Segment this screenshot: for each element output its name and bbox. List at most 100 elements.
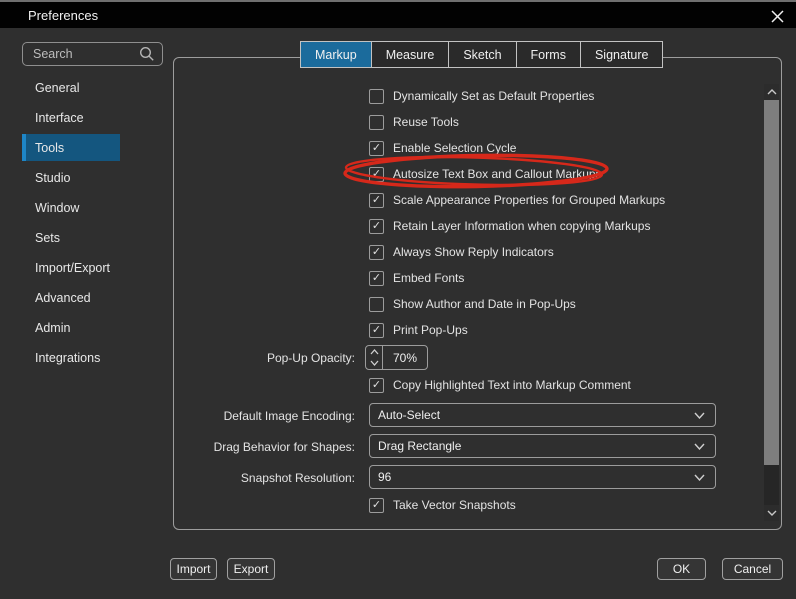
stepper-up-button[interactable] <box>366 346 382 358</box>
checkbox[interactable]: ✓ <box>369 270 384 286</box>
checkbox-row[interactable]: ✓ Copy Highlighted Text into Markup Comm… <box>369 377 631 393</box>
scrollbar-track[interactable] <box>764 465 779 505</box>
checkbox-row[interactable]: ✓ Print Pop-Ups <box>369 322 468 338</box>
dropdown-value: Auto-Select <box>378 408 441 422</box>
cancel-button[interactable]: Cancel <box>722 558 783 580</box>
scroll-down-button[interactable] <box>764 505 779 521</box>
sidebar-item[interactable]: Integrations <box>22 344 120 371</box>
close-button[interactable] <box>766 6 788 26</box>
import-button[interactable]: Import <box>170 558 217 580</box>
chevron-down-icon <box>767 510 776 516</box>
checkbox-label: Scale Appearance Properties for Grouped … <box>393 193 666 207</box>
checkbox[interactable] <box>369 88 384 104</box>
sidebar-item[interactable]: Studio <box>22 164 120 191</box>
stepper-down-button[interactable] <box>366 358 382 370</box>
cancel-button-label: Cancel <box>733 562 772 576</box>
tab-bar: Markup Measure Sketch Forms Signature <box>300 41 664 68</box>
dropdown-select[interactable]: 96 <box>369 465 716 489</box>
ok-button-label: OK <box>672 562 691 576</box>
sidebar-item-label: Advanced <box>35 290 91 305</box>
close-icon <box>770 9 784 23</box>
tab-label: Measure <box>385 47 435 62</box>
checkbox-row[interactable]: Dynamically Set as Default Properties <box>369 88 594 104</box>
checkbox-row[interactable]: ✓ Scale Appearance Properties for Groupe… <box>369 192 665 208</box>
chevron-down-icon <box>694 412 705 419</box>
chevron-up-icon <box>767 89 776 95</box>
sidebar-item-label: Window <box>35 200 80 215</box>
sidebar-item[interactable]: Import/Export <box>22 254 120 281</box>
window-title: Preferences <box>28 7 99 23</box>
scrollbar-thumb[interactable] <box>764 100 779 465</box>
import-button-label: Import <box>176 562 211 576</box>
checkbox-label: Copy Highlighted Text into Markup Commen… <box>393 378 631 392</box>
checkbox-label: Always Show Reply Indicators <box>393 245 554 259</box>
checkbox-row[interactable]: ✓ Enable Selection Cycle <box>369 140 516 156</box>
tab-label: Forms <box>530 47 566 62</box>
dropdown-label: Drag Behavior for Shapes: <box>213 440 355 454</box>
checkbox[interactable]: ✓ <box>369 218 384 234</box>
checkbox-row[interactable]: ✓ Always Show Reply Indicators <box>369 244 554 260</box>
tab[interactable]: Signature <box>579 41 664 68</box>
sidebar-item[interactable]: Interface <box>22 104 120 131</box>
checkbox-row[interactable]: ✓ Take Vector Snapshots <box>369 497 516 513</box>
sidebar-item[interactable]: Admin <box>22 314 120 341</box>
checkbox[interactable]: ✓ <box>369 497 384 513</box>
dropdown-select[interactable]: Auto-Select <box>369 403 716 427</box>
chevron-down-icon <box>694 474 705 481</box>
tab[interactable]: Measure <box>370 41 450 68</box>
checkbox[interactable]: ✓ <box>369 377 384 393</box>
checkbox-label: Print Pop-Ups <box>393 323 468 337</box>
checkbox-row[interactable]: ✓ Embed Fonts <box>369 270 464 286</box>
sidebar-item-label: Tools <box>35 140 65 155</box>
chevron-down-icon <box>370 360 378 367</box>
checkbox-row[interactable]: Reuse Tools <box>369 114 459 130</box>
search-box[interactable] <box>22 42 163 66</box>
sidebar-item[interactable]: Advanced <box>22 284 120 311</box>
dropdown-value: Drag Rectangle <box>378 439 462 453</box>
sidebar-item-label: Import/Export <box>35 260 111 275</box>
scroll-up-button[interactable] <box>764 84 779 100</box>
popup-opacity-stepper[interactable]: 70% <box>365 345 428 370</box>
checkbox-label: Dynamically Set as Default Properties <box>393 89 595 103</box>
checkbox[interactable]: ✓ <box>369 166 384 182</box>
sidebar-item[interactable]: Tools <box>22 134 120 161</box>
checkbox[interactable]: ✓ <box>369 244 384 260</box>
checkbox-label: Embed Fonts <box>393 271 465 285</box>
checkbox[interactable]: ✓ <box>369 192 384 208</box>
sidebar-item[interactable]: Window <box>22 194 120 221</box>
checkbox[interactable] <box>369 296 384 312</box>
settings-panel <box>173 57 782 530</box>
sidebar-item-label: Sets <box>35 230 61 245</box>
checkbox-row[interactable]: ✓ Retain Layer Information when copying … <box>369 218 650 234</box>
popup-opacity-value: 70% <box>392 350 418 365</box>
tab-label: Sketch <box>463 47 502 62</box>
chevron-down-icon <box>694 443 705 450</box>
dropdown-label: Default Image Encoding: <box>223 409 355 423</box>
checkbox-label: Retain Layer Information when copying Ma… <box>393 219 651 233</box>
vertical-scrollbar[interactable] <box>764 84 779 521</box>
ok-button[interactable]: OK <box>657 558 706 580</box>
checkbox[interactable]: ✓ <box>369 322 384 338</box>
sidebar-item-label: Admin <box>35 320 71 335</box>
dropdown-select[interactable]: Drag Rectangle <box>369 434 716 458</box>
checkbox-label: Enable Selection Cycle <box>393 141 517 155</box>
search-icon <box>139 46 155 62</box>
tab[interactable]: Markup <box>300 41 372 68</box>
tab[interactable]: Forms <box>515 41 581 68</box>
export-button[interactable]: Export <box>227 558 275 580</box>
tab-label: Markup <box>315 47 357 62</box>
checkbox[interactable] <box>369 114 384 130</box>
preferences-dialog: Preferences General Interface Tools <box>0 0 796 599</box>
checkbox-row[interactable]: ✓ Autosize Text Box and Callout Markups <box>369 166 602 182</box>
checkbox-row[interactable]: Show Author and Date in Pop-Ups <box>369 296 576 312</box>
checkbox-label: Reuse Tools <box>393 115 459 129</box>
sidebar-item-label: Interface <box>35 110 84 125</box>
stepper-buttons <box>366 346 383 369</box>
sidebar-item[interactable]: General <box>22 74 120 101</box>
titlebar[interactable]: Preferences <box>0 2 796 28</box>
checkbox-label: Take Vector Snapshots <box>393 498 516 512</box>
tab[interactable]: Sketch <box>448 41 517 68</box>
search-input[interactable] <box>23 47 139 61</box>
sidebar-item[interactable]: Sets <box>22 224 120 251</box>
checkbox[interactable]: ✓ <box>369 140 384 156</box>
